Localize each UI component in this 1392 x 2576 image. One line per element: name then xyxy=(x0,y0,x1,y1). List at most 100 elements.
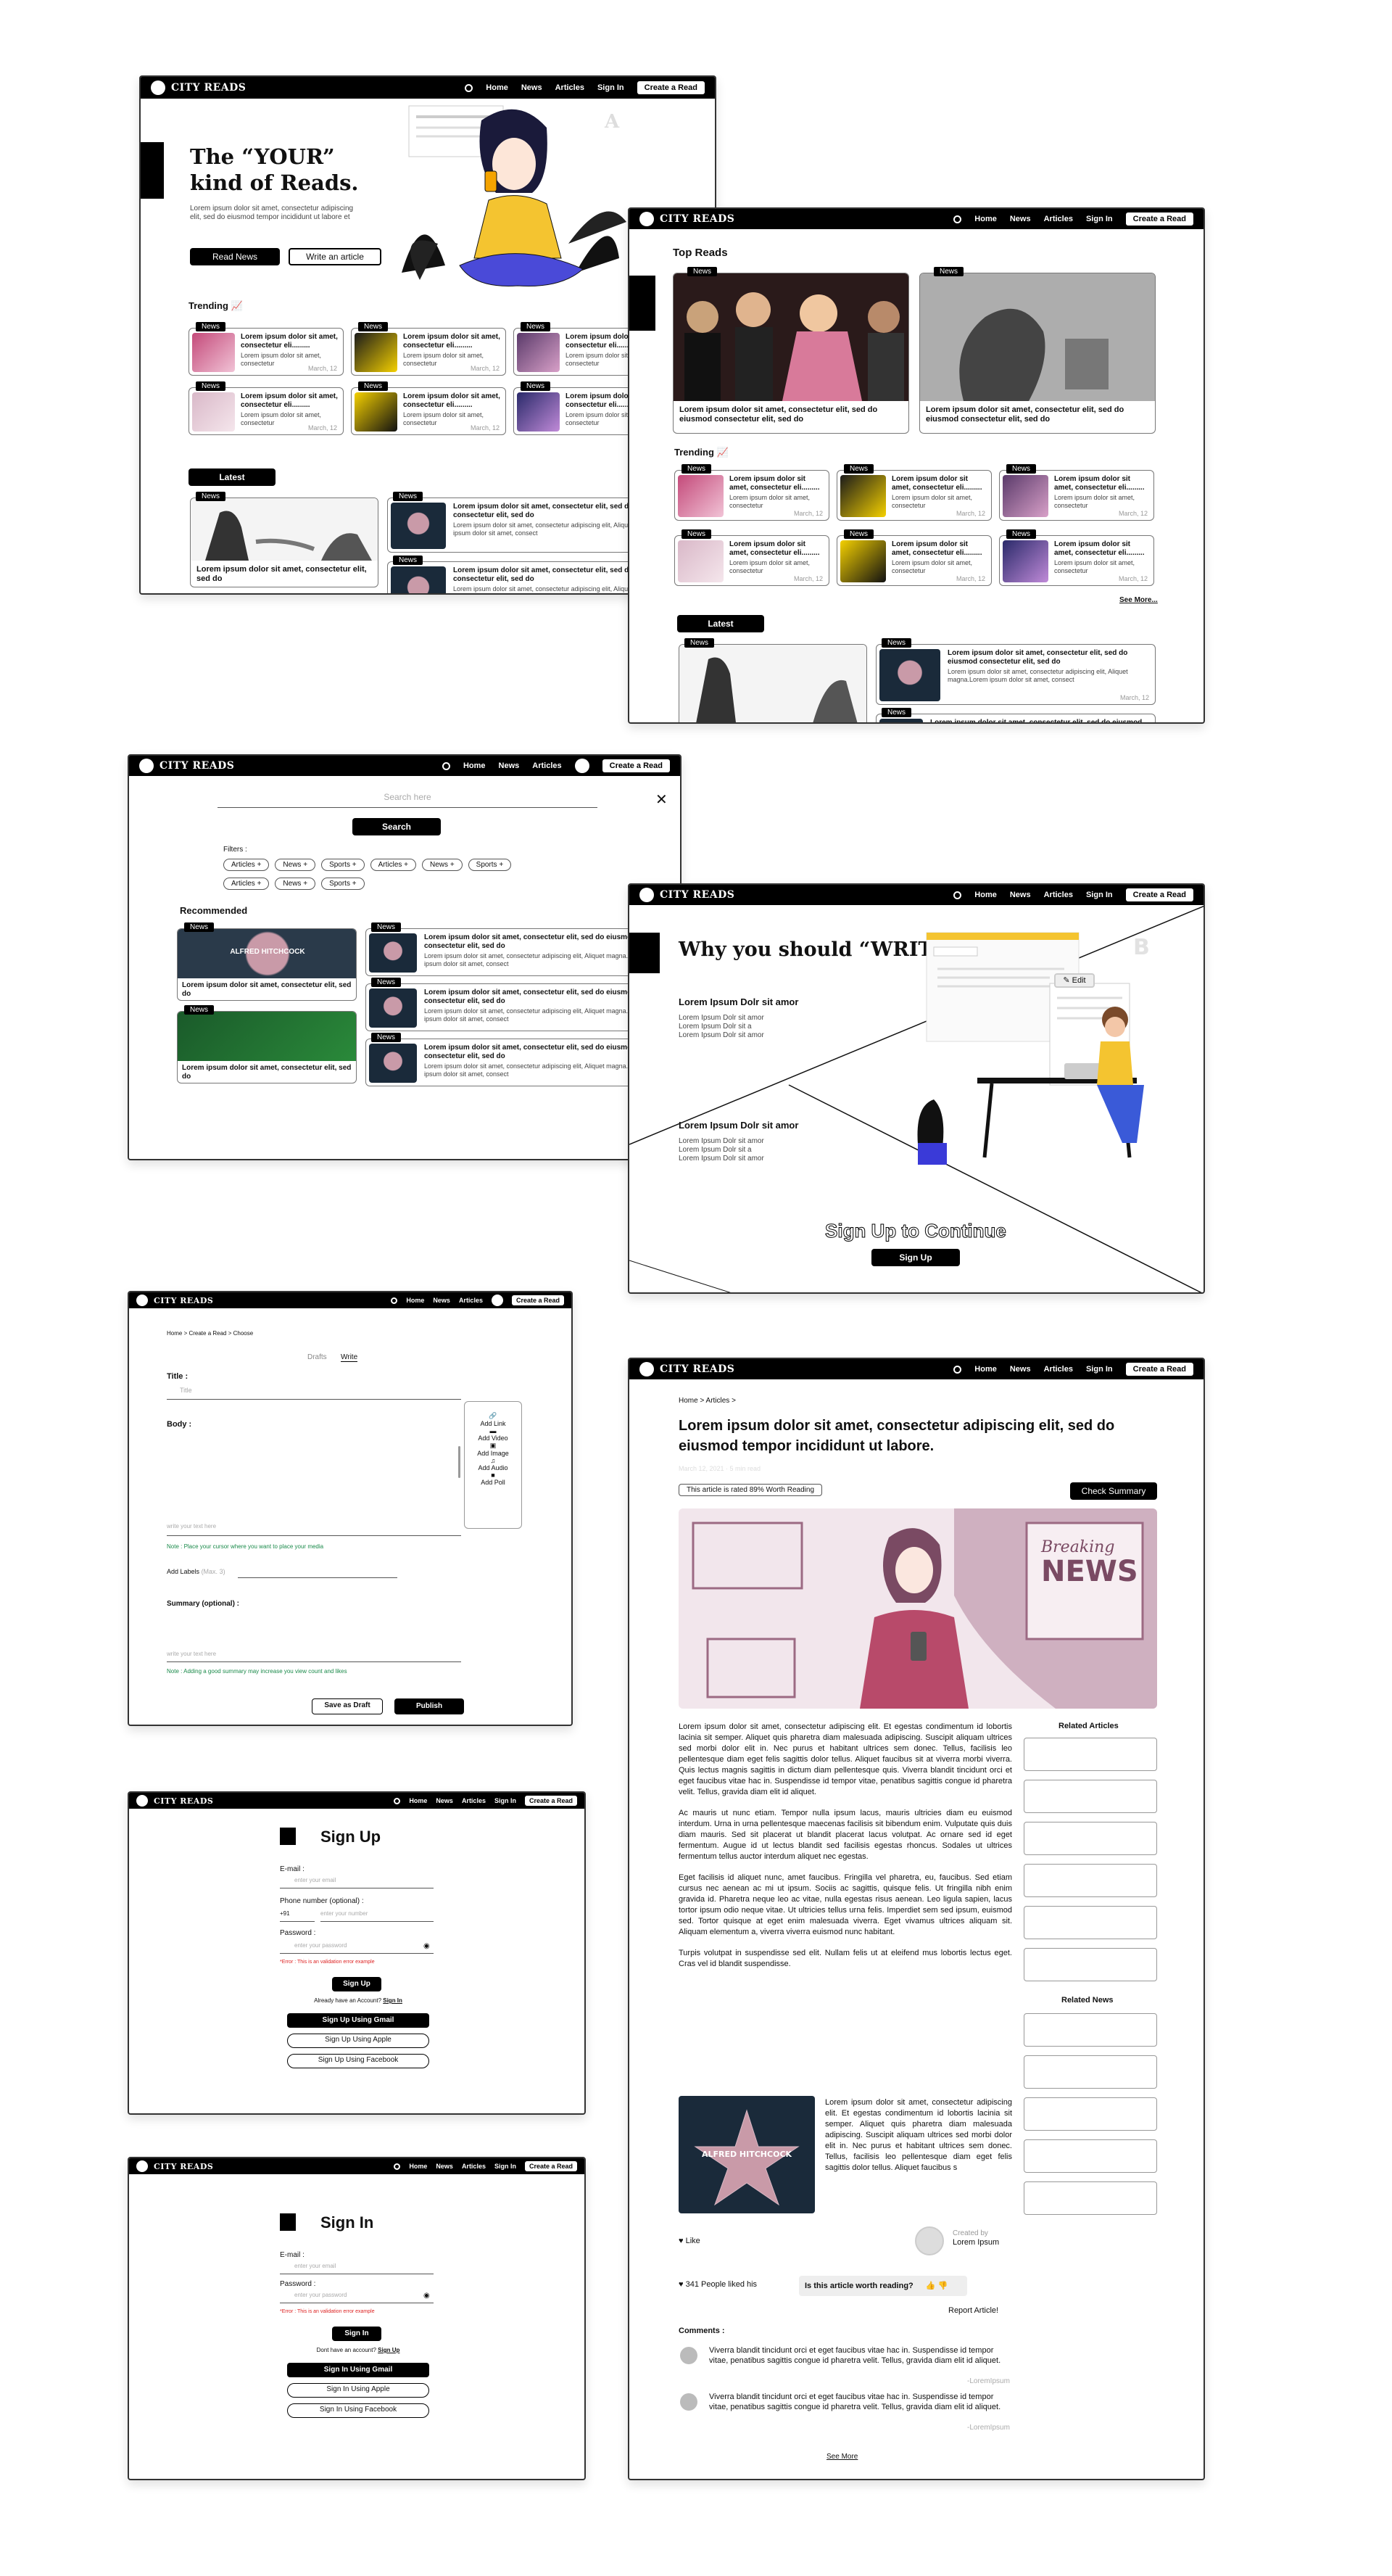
search-icon[interactable] xyxy=(953,1365,962,1374)
close-icon[interactable]: ✕ xyxy=(655,790,668,809)
search-icon[interactable] xyxy=(953,891,962,899)
nav-home[interactable]: Home xyxy=(406,1297,424,1304)
latest-card[interactable]: Lorem ipsum dolor sit amet, consectetur … xyxy=(365,983,670,1031)
create-read-button[interactable]: Create a Read xyxy=(637,81,705,94)
search-input[interactable]: Search here xyxy=(218,792,597,808)
related-news-card[interactable] xyxy=(1024,2097,1157,2131)
author-avatar[interactable] xyxy=(915,2226,944,2255)
related-article-card[interactable] xyxy=(1024,1738,1157,1771)
latest-card[interactable]: Lorem ipsum dolor sit amet, consectetur … xyxy=(365,1039,670,1086)
gmail-sign-up-button[interactable]: Sign Up Using Gmail xyxy=(287,2013,429,2028)
title-input[interactable]: Title xyxy=(167,1387,461,1400)
link-icon[interactable]: 🔗 xyxy=(465,1412,521,1420)
trending-card[interactable]: Lorem ipsum dolor sit amet, consectetur … xyxy=(674,470,829,521)
filter-chip[interactable]: Sports + xyxy=(321,859,365,871)
apple-sign-up-button[interactable]: Sign Up Using Apple xyxy=(287,2034,429,2048)
nav-sign-in[interactable]: Sign In xyxy=(1086,891,1113,899)
nav-news[interactable]: News xyxy=(1010,891,1031,899)
filter-chip[interactable]: Articles + xyxy=(370,859,417,871)
search-button[interactable]: Search xyxy=(352,818,441,835)
tab-drafts[interactable]: Drafts xyxy=(307,1353,327,1361)
image-icon[interactable]: ▣ xyxy=(465,1442,521,1450)
report-article-link[interactable]: Report Article! xyxy=(948,2306,998,2315)
facebook-sign-up-button[interactable]: Sign Up Using Facebook xyxy=(287,2054,429,2068)
create-read-button[interactable]: Create a Read xyxy=(1125,888,1193,901)
thumbs-down-icon[interactable]: 👎 xyxy=(938,2282,948,2290)
search-icon[interactable] xyxy=(465,83,473,92)
write-article-button[interactable]: Write an article xyxy=(289,248,381,265)
eye-icon[interactable]: ◉ xyxy=(423,1942,430,1950)
filter-chip[interactable]: Sports + xyxy=(468,859,512,871)
trending-card[interactable]: Lorem ipsum dolor sit amet, consectetur … xyxy=(188,328,344,376)
labels-input[interactable] xyxy=(238,1568,397,1578)
sign-in-button[interactable]: Sign In xyxy=(332,2327,381,2341)
tool-label[interactable]: Add Audio xyxy=(465,1464,521,1471)
logo[interactable]: CITY READS xyxy=(151,80,246,95)
eye-icon[interactable]: ◉ xyxy=(423,2292,430,2300)
nav-home[interactable]: Home xyxy=(409,1797,427,1804)
nav-sign-in[interactable]: Sign In xyxy=(1086,215,1113,223)
country-code-select[interactable]: +91 xyxy=(280,1910,315,1922)
password-field[interactable]: enter your password xyxy=(280,2292,434,2303)
latest-card[interactable]: Lorem ipsum dolor sit amet, consectetur … xyxy=(876,714,1156,722)
related-news-card[interactable] xyxy=(1024,2013,1157,2047)
logo[interactable]: CITY READS xyxy=(136,1295,213,1306)
filter-chip[interactable]: News + xyxy=(275,859,316,871)
read-news-button[interactable]: Read News xyxy=(190,248,280,265)
publish-button[interactable]: Publish xyxy=(394,1698,464,1714)
create-read-button[interactable]: Create a Read xyxy=(1125,1363,1193,1376)
logo[interactable]: CITY READS xyxy=(139,759,234,773)
video-icon[interactable]: ▬ xyxy=(465,1427,521,1434)
recommended-card[interactable]: Lorem ipsum dolor sit amet, consectetur … xyxy=(177,928,357,1001)
nav-news[interactable]: News xyxy=(521,83,542,92)
check-summary-button[interactable]: Check Summary xyxy=(1070,1482,1157,1500)
apple-sign-in-button[interactable]: Sign In Using Apple xyxy=(287,2383,429,2398)
related-news-card[interactable] xyxy=(1024,2181,1157,2215)
logo[interactable]: CITY READS xyxy=(639,888,734,902)
top-read-card[interactable]: Lorem ipsum dolor sit amet, consectetur … xyxy=(919,273,1156,434)
tool-label[interactable]: Add Link xyxy=(465,1420,521,1427)
logo[interactable]: CITY READS xyxy=(639,1362,734,1376)
summary-input[interactable]: write your text here xyxy=(167,1651,461,1662)
body-input[interactable]: write your text here xyxy=(167,1523,461,1536)
create-read-button[interactable]: Create a Read xyxy=(1125,212,1193,226)
trending-card[interactable]: Lorem ipsum dolor sit amet, consectetur … xyxy=(999,470,1154,521)
nav-articles[interactable]: Articles xyxy=(1044,215,1073,223)
create-read-button[interactable]: Create a Read xyxy=(524,2161,577,2171)
trending-card[interactable]: Lorem ipsum dolor sit amet, consectetur … xyxy=(351,328,506,376)
poll-icon[interactable]: ■ xyxy=(465,1471,521,1479)
logo[interactable]: CITY READS xyxy=(639,212,734,226)
like-button[interactable]: ♥ Like xyxy=(679,2237,700,2245)
author-name[interactable]: Lorem Ipsum xyxy=(953,2238,999,2247)
sign-in-link[interactable]: Sign In xyxy=(383,1997,402,2004)
nav-articles[interactable]: Articles xyxy=(462,2163,486,2170)
related-news-card[interactable] xyxy=(1024,2055,1157,2089)
password-field[interactable]: enter your password xyxy=(280,1942,434,1954)
avatar[interactable] xyxy=(491,1295,503,1306)
nav-home[interactable]: Home xyxy=(463,761,486,770)
trending-card[interactable]: Lorem ipsum dolor sit amet, consectetur … xyxy=(999,535,1154,586)
related-article-card[interactable] xyxy=(1024,1822,1157,1855)
nav-articles[interactable]: Articles xyxy=(1044,1365,1073,1374)
nav-sign-in[interactable]: Sign In xyxy=(597,83,624,92)
tool-label[interactable]: Add Image xyxy=(465,1450,521,1457)
latest-main-card[interactable]: Lorem ipsum dolor sit amet, consectetur … xyxy=(190,498,378,587)
nav-home[interactable]: Home xyxy=(409,2163,427,2170)
filter-chip[interactable]: News + xyxy=(275,878,316,890)
related-article-card[interactable] xyxy=(1024,1864,1157,1897)
facebook-sign-in-button[interactable]: Sign In Using Facebook xyxy=(287,2403,429,2418)
latest-card[interactable]: Lorem ipsum dolor sit amet, consectetur … xyxy=(876,644,1156,705)
nav-articles[interactable]: Articles xyxy=(555,83,584,92)
nav-articles[interactable]: Articles xyxy=(462,1797,486,1804)
nav-news[interactable]: News xyxy=(433,1297,450,1304)
nav-home[interactable]: Home xyxy=(974,215,997,223)
create-read-button[interactable]: Create a Read xyxy=(511,1295,564,1305)
sign-up-button[interactable]: Sign Up xyxy=(332,1977,381,1991)
nav-sign-in[interactable]: Sign In xyxy=(494,1797,516,1804)
create-read-button[interactable]: Create a Read xyxy=(524,1796,577,1806)
search-icon[interactable] xyxy=(394,1797,401,1804)
logo[interactable]: CITY READS xyxy=(136,2160,213,2172)
latest-main-card[interactable] xyxy=(679,644,867,722)
nav-articles[interactable]: Articles xyxy=(1044,891,1073,899)
sign-up-link[interactable]: Sign Up xyxy=(378,2347,399,2353)
